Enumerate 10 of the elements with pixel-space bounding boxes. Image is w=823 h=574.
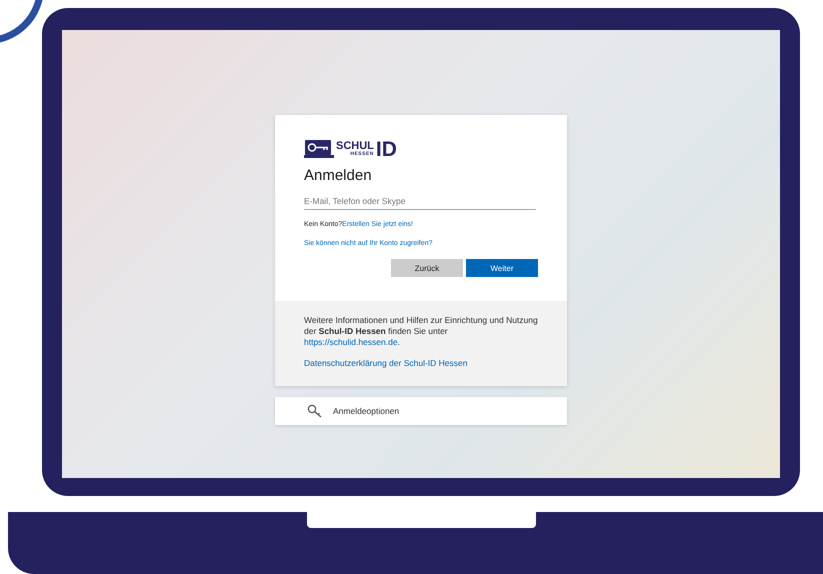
privacy-link[interactable]: Datenschutzerklärung der Schul-ID Hessen bbox=[304, 358, 538, 368]
logo-text: ID bbox=[376, 138, 397, 160]
website-link[interactable]: https://schulid.hessen.de bbox=[304, 337, 398, 348]
info-paragraph: Weitere Informationen und Hilfen zur Einrichtung und Nutzung der Schul-ID Hessen finden Sie unter https://schulid.hessen.de. bbox=[304, 315, 538, 348]
sign-in-options-button[interactable]: Anmeldeoptionen bbox=[275, 397, 567, 426]
nav-button[interactable]: Weiter bbox=[466, 259, 538, 277]
logo-text: SCHUL bbox=[336, 141, 374, 152]
email-field[interactable]: E-Mail, Telefon oder Skype bbox=[304, 193, 536, 210]
heading: Anmelden bbox=[304, 167, 373, 184]
nav-button[interactable]: Zurück bbox=[391, 259, 463, 277]
